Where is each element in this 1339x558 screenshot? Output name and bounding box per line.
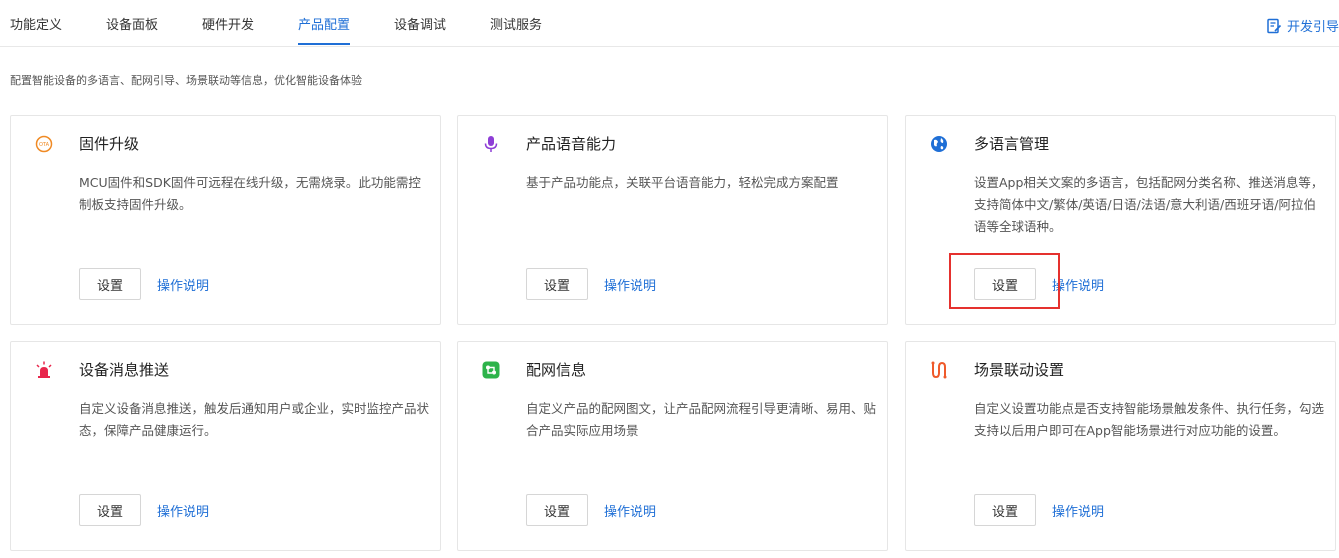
page-subtitle: 配置智能设备的多语言、配网引导、场景联动等信息，优化智能设备体验 xyxy=(10,74,362,87)
card-title: 设备消息推送 xyxy=(79,361,170,379)
settings-button[interactable]: 设置 xyxy=(79,494,141,526)
card-message-push: 设备消息推送 自定义设备消息推送，触发后通知用户或企业，实时监控产品状态，保障产… xyxy=(10,341,441,551)
tab-device-panel[interactable]: 设备面板 xyxy=(106,17,158,35)
card-title: 多语言管理 xyxy=(974,135,1050,153)
alarm-light-icon xyxy=(36,361,52,378)
card-description: 自定义设备消息推送，触发后通知用户或企业，实时监控产品状态，保障产品健康运行。 xyxy=(79,401,430,438)
ota-icon: OTA xyxy=(35,135,53,153)
ota-icon-text: OTA xyxy=(39,142,50,148)
scene-linkage-icon xyxy=(931,361,947,379)
card-title: 固件升级 xyxy=(79,135,140,153)
settings-button[interactable]: 设置 xyxy=(79,268,141,300)
instructions-link[interactable]: 操作说明 xyxy=(157,275,209,294)
settings-button[interactable]: 设置 xyxy=(526,268,588,300)
settings-button[interactable]: 设置 xyxy=(526,494,588,526)
highlight-box xyxy=(949,253,1060,309)
dev-guide-label: 开发引导 xyxy=(1286,20,1339,35)
tab-test-service[interactable]: 测试服务 xyxy=(490,17,542,35)
network-config-icon xyxy=(482,361,500,379)
card-description: 自定义产品的配网图文，让产品配网流程引导更清晰、易用、贴合产品实际应用场景 xyxy=(526,401,877,438)
card-scene-linkage: 场景联动设置 自定义设置功能点是否支持智能场景触发条件、执行任务，勾选支持以后用… xyxy=(905,341,1336,551)
card-voice-capability: 产品语音能力 基于产品功能点，关联平台语音能力，轻松完成方案配置 设置 操作说明 xyxy=(457,115,888,325)
card-description: 设置App相关文案的多语言，包括配网分类名称、推送消息等，支持简体中文/繁体/英… xyxy=(974,175,1324,234)
tab-function-definition[interactable]: 功能定义 xyxy=(10,17,62,35)
instructions-link[interactable]: 操作说明 xyxy=(604,501,656,520)
card-description: MCU固件和SDK固件可远程在线升级，无需烧录。此功能需控制板支持固件升级。 xyxy=(79,175,421,212)
card-network-config: 配网信息 自定义产品的配网图文，让产品配网流程引导更清晰、易用、贴合产品实际应用… xyxy=(457,341,888,551)
instructions-link[interactable]: 操作说明 xyxy=(157,501,209,520)
guide-doc-icon xyxy=(1267,18,1282,33)
tab-hardware-development[interactable]: 硬件开发 xyxy=(202,17,254,35)
card-title: 场景联动设置 xyxy=(974,361,1065,379)
top-tab-bar: 功能定义 设备面板 硬件开发 产品配置 设备调试 测试服务 开发引导 xyxy=(0,0,1339,47)
microphone-icon xyxy=(484,136,498,152)
dev-guide-link[interactable]: 开发引导 xyxy=(1266,16,1339,35)
globe-icon xyxy=(931,136,947,152)
card-description: 自定义设置功能点是否支持智能场景触发条件、执行任务，勾选支持以后用户即可在App… xyxy=(974,401,1325,438)
tab-device-debug[interactable]: 设备调试 xyxy=(394,17,446,35)
card-firmware-upgrade: OTA 固件升级 MCU固件和SDK固件可远程在线升级，无需烧录。此功能需控制板… xyxy=(10,115,441,325)
instructions-link[interactable]: 操作说明 xyxy=(604,275,656,294)
settings-button[interactable]: 设置 xyxy=(974,494,1036,526)
instructions-link[interactable]: 操作说明 xyxy=(1052,501,1104,520)
card-description: 基于产品功能点，关联平台语音能力，轻松完成方案配置 xyxy=(526,175,839,190)
card-title: 配网信息 xyxy=(526,361,587,379)
card-title: 产品语音能力 xyxy=(526,135,617,153)
tab-product-config[interactable]: 产品配置 xyxy=(298,17,351,45)
